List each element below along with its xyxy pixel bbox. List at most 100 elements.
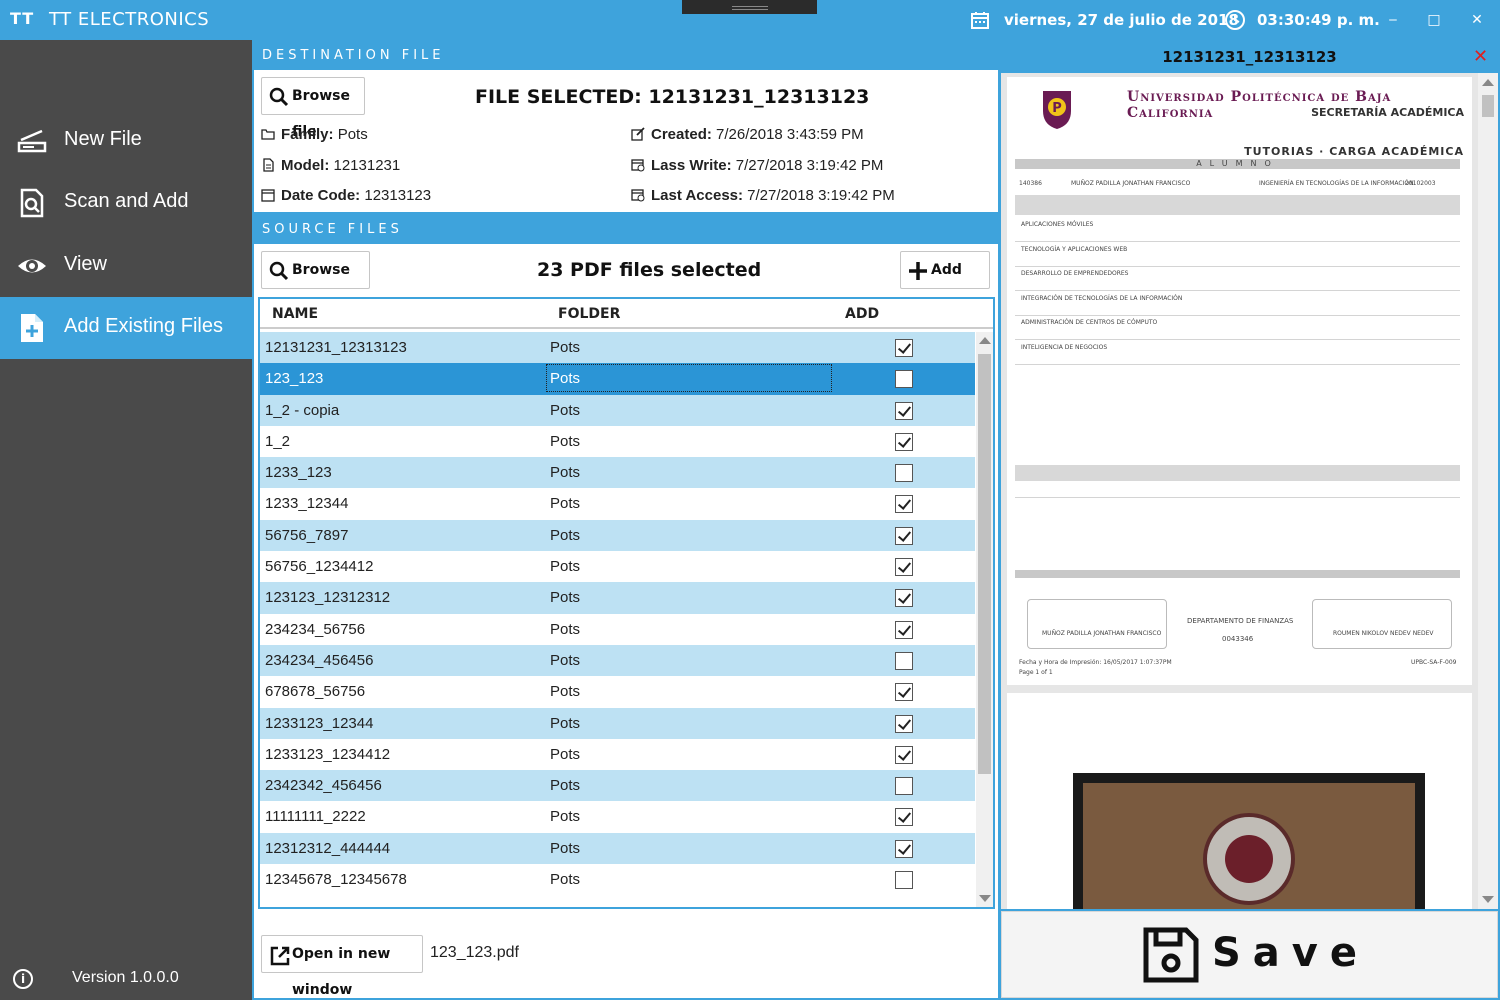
scroll-up-arrow-icon[interactable] bbox=[979, 337, 991, 344]
university-logo: P bbox=[1043, 91, 1071, 129]
doc-student-bar: ALUMNO bbox=[1015, 159, 1460, 169]
current-date: viernes, 27 de julio de 2018 bbox=[1004, 11, 1239, 29]
add-checkbox[interactable] bbox=[895, 839, 913, 858]
add-checkbox[interactable] bbox=[895, 651, 913, 670]
column-header-folder[interactable]: FOLDER bbox=[558, 306, 620, 322]
doc-row-divider bbox=[1015, 241, 1460, 242]
table-row[interactable]: 678678_56756 Pots bbox=[260, 676, 975, 707]
folder-cell: Pots bbox=[550, 495, 581, 513]
pdf-preview[interactable]: P Universidad Politécnica de Baja Califo… bbox=[1001, 73, 1498, 909]
table-row[interactable]: 123123_12312312 Pots bbox=[260, 582, 975, 614]
family-label: Family: bbox=[281, 126, 334, 143]
add-checkbox[interactable] bbox=[895, 683, 913, 702]
close-preview-icon[interactable]: ✕ bbox=[1473, 48, 1489, 66]
save-button[interactable]: Save bbox=[1142, 924, 1357, 986]
doc-row-divider bbox=[1015, 265, 1460, 267]
model-value: 12131231 bbox=[333, 157, 401, 174]
add-files-button[interactable]: Add files bbox=[900, 251, 990, 314]
table-row[interactable]: 56756_1234412 Pots bbox=[260, 551, 975, 582]
table-row[interactable]: 234234_56756 Pots bbox=[260, 614, 975, 645]
add-checkbox[interactable] bbox=[895, 777, 913, 796]
file-name-cell: 56756_1234412 bbox=[265, 558, 374, 576]
model-label: Model: bbox=[281, 157, 330, 174]
file-add-icon bbox=[21, 314, 43, 342]
pdf-page: P Universidad Politécnica de Baja Califo… bbox=[1007, 77, 1472, 685]
table-row[interactable]: 1233_12344 Pots bbox=[260, 488, 975, 519]
sidebar-item-add-existing-files[interactable]: Add Existing Files bbox=[0, 297, 252, 359]
add-checkbox[interactable] bbox=[895, 714, 913, 733]
destination-header: DESTINATION FILE bbox=[254, 42, 998, 70]
browse-file-button[interactable]: Browse file bbox=[261, 77, 365, 140]
preview-scrollbar[interactable] bbox=[1478, 73, 1498, 909]
add-checkbox[interactable] bbox=[895, 871, 913, 890]
doc-signature-box: ROUMEN NIKOLOV NEDEV NEDEV bbox=[1312, 599, 1452, 649]
add-checkbox[interactable] bbox=[895, 464, 913, 483]
table-row[interactable]: 234234_456456 Pots bbox=[260, 644, 975, 677]
doc-row-divider bbox=[1015, 290, 1460, 291]
sidebar-item-view[interactable]: View bbox=[0, 235, 252, 297]
add-checkbox[interactable] bbox=[895, 495, 913, 514]
scroll-down-arrow-icon[interactable] bbox=[979, 895, 991, 902]
open-in-new-window-button[interactable]: Open in new window bbox=[261, 935, 423, 998]
sidebar-item-new-file[interactable]: New File bbox=[0, 110, 252, 172]
maximize-button[interactable]: □ bbox=[1422, 8, 1446, 32]
table-row[interactable]: 11111111_2222 Pots bbox=[260, 801, 975, 832]
column-header-add[interactable]: ADD bbox=[845, 306, 879, 322]
doc-student: MUÑOZ PADILLA JONATHAN FRANCISCO bbox=[1071, 180, 1191, 187]
doc-divider-bar bbox=[1015, 570, 1460, 578]
close-window-button[interactable]: ✕ bbox=[1465, 8, 1489, 32]
scroll-up-arrow-icon[interactable] bbox=[1482, 79, 1494, 86]
table-row[interactable]: 2342342_456456 Pots bbox=[260, 770, 975, 802]
browse-files-button[interactable]: Browse files bbox=[261, 251, 370, 314]
info-icon[interactable]: i bbox=[13, 969, 33, 989]
table-row[interactable]: 1233_123 Pots bbox=[260, 457, 975, 489]
table-row[interactable]: 1233123_1234412 Pots bbox=[260, 739, 975, 770]
add-checkbox[interactable] bbox=[895, 808, 913, 827]
table-row[interactable]: 123_123 Pots bbox=[260, 363, 975, 395]
created-field: Created: 7/26/2018 3:43:59 PM bbox=[631, 126, 864, 143]
add-checkbox[interactable] bbox=[895, 745, 913, 764]
table-row[interactable]: 12312312_444444 Pots bbox=[260, 832, 975, 865]
add-checkbox[interactable] bbox=[895, 339, 913, 357]
scrollbar-thumb[interactable] bbox=[978, 354, 991, 774]
doc-course: DESARROLLO DE EMPRENDEDORES bbox=[1021, 270, 1129, 277]
sidebar-item-label: View bbox=[64, 253, 107, 275]
doc-course: INTEGRACIÓN DE TECNOLOGÍAS DE LA INFORMA… bbox=[1021, 294, 1183, 302]
folder-cell: Pots bbox=[550, 620, 581, 638]
scroll-down-arrow-icon[interactable] bbox=[1482, 896, 1494, 903]
source-files-table[interactable]: NAME FOLDER ADD 12131231_12313123 Pots 123… bbox=[258, 297, 995, 909]
folder-cell: Pots bbox=[550, 651, 581, 669]
add-checkbox[interactable] bbox=[895, 432, 913, 451]
sidebar-item-scan-and-add[interactable]: Scan and Add bbox=[0, 172, 252, 234]
scrollbar-thumb[interactable] bbox=[1482, 95, 1494, 117]
doc-course: ADMINISTRACIÓN DE CENTROS DE CÓMPUTO bbox=[1021, 319, 1158, 326]
table-row[interactable]: 1233123_12344 Pots bbox=[260, 707, 975, 739]
table-row[interactable]: 12345678_12345678 Pots bbox=[260, 864, 975, 895]
created-value: 7/26/2018 3:43:59 PM bbox=[716, 126, 864, 143]
emblem-center bbox=[1225, 835, 1273, 883]
add-checkbox[interactable] bbox=[895, 370, 913, 389]
add-checkbox[interactable] bbox=[895, 620, 913, 639]
lastaccess-field: Last Access: 7/27/2018 3:19:42 PM bbox=[631, 187, 895, 204]
family-value: Pots bbox=[337, 126, 368, 143]
doc-matricula: 140386 bbox=[1019, 180, 1042, 187]
folder-cell: Pots bbox=[550, 839, 581, 857]
column-header-name[interactable]: NAME bbox=[272, 306, 318, 322]
minimize-button[interactable]: ‒ bbox=[1381, 8, 1405, 32]
doc-course: APLICACIONES MÓVILES bbox=[1021, 221, 1094, 228]
folder-cell: Pots bbox=[550, 558, 581, 576]
table-row[interactable]: 1_2 Pots bbox=[260, 426, 975, 457]
table-scrollbar[interactable] bbox=[976, 332, 993, 907]
add-checkbox[interactable] bbox=[895, 558, 913, 577]
add-checkbox[interactable] bbox=[895, 589, 913, 608]
pdf-image-frame bbox=[1073, 773, 1425, 909]
table-row[interactable]: 12131231_12313123 Pots bbox=[260, 332, 975, 364]
add-checkbox[interactable] bbox=[895, 526, 913, 545]
add-checkbox[interactable] bbox=[895, 401, 913, 420]
table-row[interactable]: 1_2 - copia Pots bbox=[260, 394, 975, 426]
table-row[interactable]: 56756_7897 Pots bbox=[260, 519, 975, 552]
calendar-icon bbox=[971, 12, 989, 29]
sidebar-item-label: New File bbox=[64, 128, 142, 150]
window-drag-handle[interactable] bbox=[682, 0, 817, 14]
doc-signature-box: MUÑOZ PADILLA JONATHAN FRANCISCO bbox=[1027, 599, 1167, 649]
